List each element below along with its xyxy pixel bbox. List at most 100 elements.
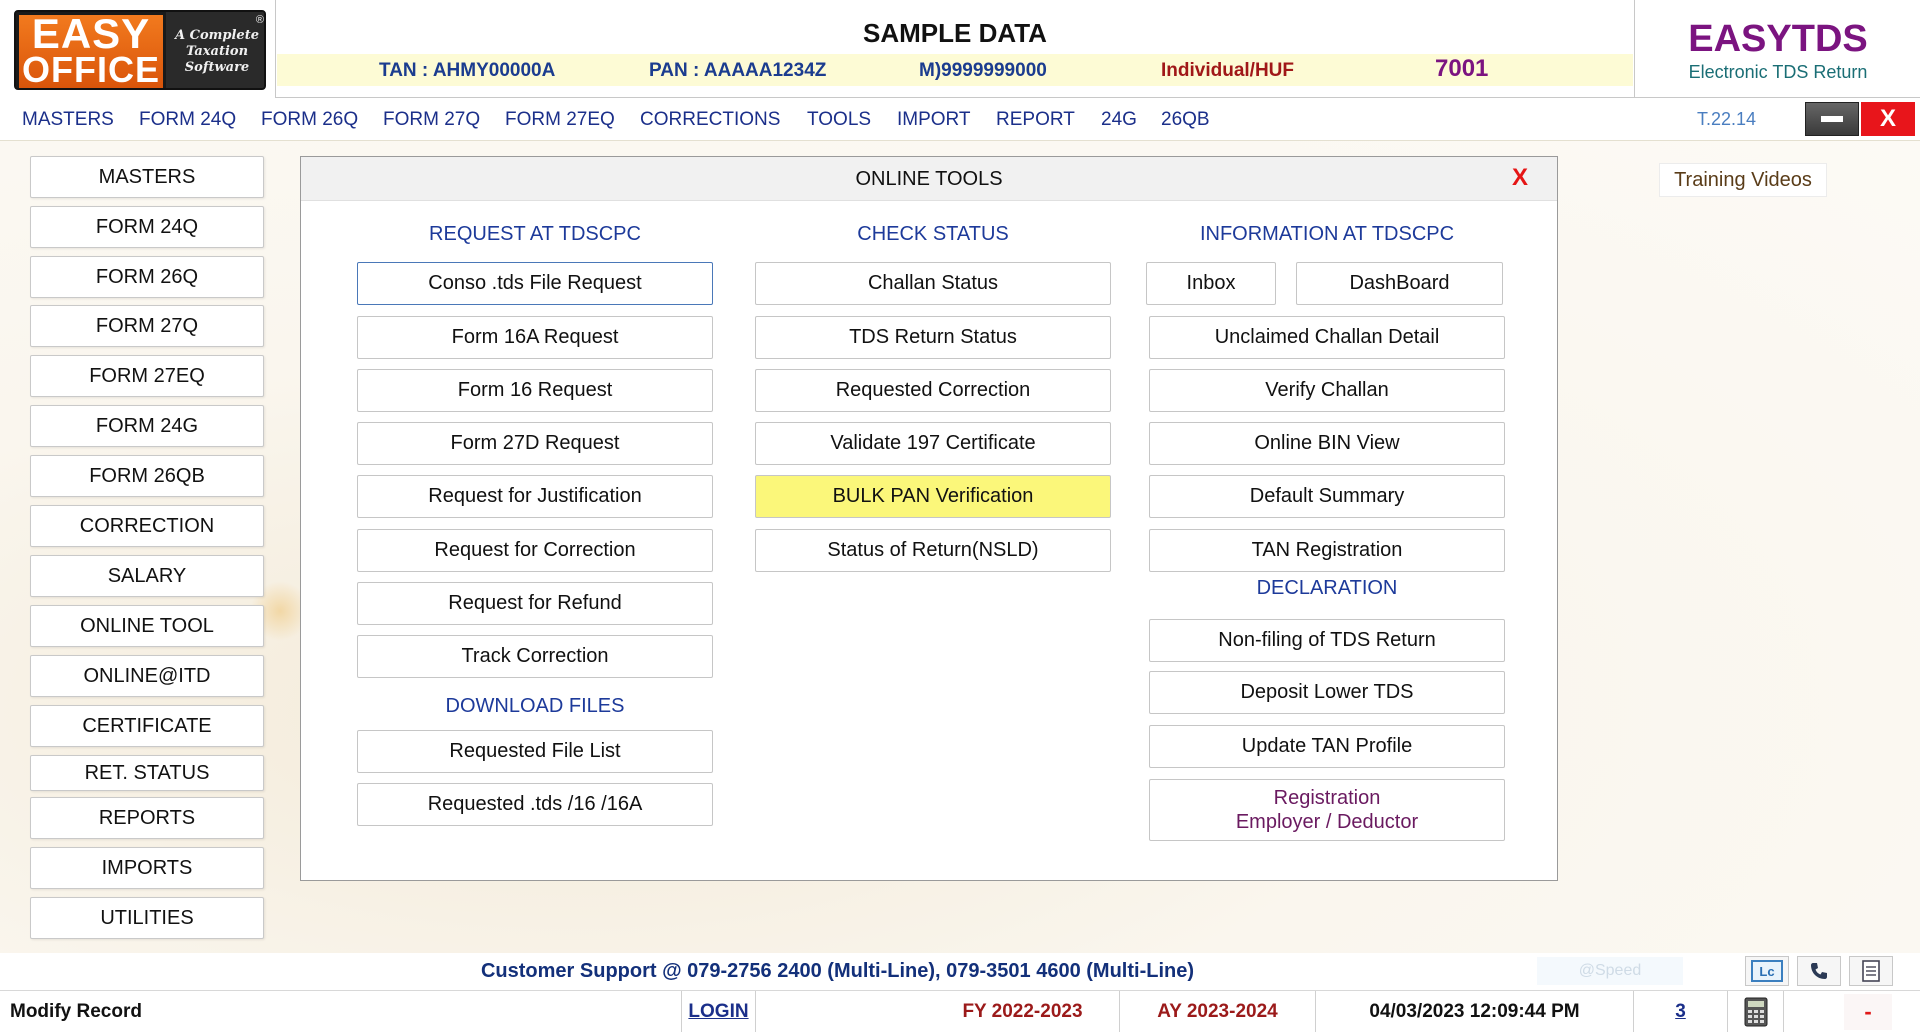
validate-197-certificate-button[interactable]: Validate 197 Certificate	[755, 422, 1111, 465]
registration-line1: Registration	[1273, 787, 1381, 809]
mobile-label: M)9999999000	[919, 60, 1047, 81]
sidebar-certificate[interactable]: CERTIFICATE	[30, 705, 264, 747]
version-label: T.22.14	[1697, 109, 1757, 129]
lc-chat-icon[interactable]: Lc	[1745, 956, 1789, 986]
sidebar-reports[interactable]: REPORTS	[30, 797, 264, 839]
form-16-request-button[interactable]: Form 16 Request	[357, 369, 713, 412]
verify-challan-button[interactable]: Verify Challan	[1149, 369, 1505, 412]
logo-tagline-3: Software	[184, 60, 250, 75]
menu-form-24q[interactable]: FORM 24Q	[139, 109, 236, 131]
logo-box: EASY OFFICE ® A Complete Taxation Softwa…	[0, 0, 276, 98]
form-27d-request-button[interactable]: Form 27D Request	[357, 422, 713, 465]
requested-file-list-button[interactable]: Requested File List	[357, 730, 713, 773]
logo-wordmark: EASY OFFICE	[16, 10, 166, 88]
track-correction-button[interactable]: Track Correction	[357, 635, 713, 678]
menu-tools[interactable]: TOOLS	[807, 109, 871, 131]
default-summary-button[interactable]: Default Summary	[1149, 475, 1505, 518]
count-link[interactable]: 3	[1634, 991, 1728, 1032]
notes-icon[interactable]	[1849, 956, 1893, 986]
dialog-close-button[interactable]: X	[1505, 163, 1535, 193]
request-correction-button[interactable]: Request for Correction	[357, 529, 713, 572]
bulk-pan-verification-button[interactable]: BULK PAN Verification	[755, 475, 1111, 518]
minimize-icon	[1821, 116, 1843, 122]
section-check-status: CHECK STATUS	[857, 223, 1009, 245]
login-link[interactable]: LOGIN	[682, 991, 756, 1032]
online-bin-view-button[interactable]: Online BIN View	[1149, 422, 1505, 465]
registered-mark: ®	[255, 14, 264, 26]
sidebar-online-tool[interactable]: ONLINE TOOL	[30, 605, 264, 647]
section-declaration: DECLARATION	[1256, 577, 1398, 599]
menu-form-26q[interactable]: FORM 26Q	[261, 109, 358, 131]
requested-correction-button[interactable]: Requested Correction	[755, 369, 1111, 412]
request-refund-button[interactable]: Request for Refund	[357, 582, 713, 625]
tan-label: TAN : AHMY00000A	[379, 60, 556, 81]
sidebar-salary[interactable]: SALARY	[30, 555, 264, 597]
ay-label: AY 2023-2024	[1120, 991, 1316, 1032]
status-spacer	[756, 991, 926, 1032]
tds-return-status-button[interactable]: TDS Return Status	[755, 316, 1111, 359]
tan-registration-button[interactable]: TAN Registration	[1149, 529, 1505, 572]
requested-tds-16-16a-button[interactable]: Requested .tds /16 /16A	[357, 783, 713, 826]
sidebar-form-24g[interactable]: FORM 24G	[30, 405, 264, 447]
deductor-info-bar: TAN : AHMY00000A PAN : AAAAA1234Z M)9999…	[277, 54, 1633, 86]
section-download-files: DOWNLOAD FILES	[445, 695, 625, 717]
deductor-info: SAMPLE DATA TAN : AHMY00000A PAN : AAAAA…	[277, 0, 1633, 98]
registration-employer-deductor-button[interactable]: Registration Employer / Deductor	[1149, 779, 1505, 841]
registration-line2: Employer / Deductor	[1235, 811, 1419, 833]
close-app-button[interactable]: X	[1861, 102, 1915, 136]
logo-tagline: ® A Complete Taxation Software	[166, 12, 264, 88]
calculator-icon	[1744, 997, 1767, 1027]
training-videos-button[interactable]: Training Videos	[1659, 163, 1827, 197]
category-label: Individual/HUF	[1161, 60, 1294, 81]
minimize-button[interactable]	[1805, 102, 1859, 136]
menu-report[interactable]: REPORT	[996, 109, 1075, 131]
sidebar-utilities[interactable]: UTILITIES	[30, 897, 264, 939]
datetime-label: 04/03/2023 12:09:44 PM	[1316, 991, 1634, 1032]
deposit-lower-tds-button[interactable]: Deposit Lower TDS	[1149, 671, 1505, 714]
challan-status-button[interactable]: Challan Status	[755, 262, 1111, 305]
app-header: EASY OFFICE ® A Complete Taxation Softwa…	[0, 0, 1920, 98]
status-of-return-nsld-button[interactable]: Status of Return(NSLD)	[755, 529, 1111, 572]
sidebar-form-24q[interactable]: FORM 24Q	[30, 206, 264, 248]
sidebar-imports[interactable]: IMPORTS	[30, 847, 264, 889]
menu-24g[interactable]: 24G	[1101, 109, 1137, 131]
menu-form-27eq[interactable]: FORM 27EQ	[505, 109, 615, 131]
status-indicator: -	[1844, 994, 1892, 1030]
sidebar-correction[interactable]: CORRECTION	[30, 505, 264, 547]
product-badge: EASYTDS Electronic TDS Return	[1634, 0, 1920, 98]
menu-import[interactable]: IMPORT	[897, 109, 971, 131]
dialog-title: ONLINE TOOLS	[855, 168, 1003, 190]
menu-26qb[interactable]: 26QB	[1161, 109, 1210, 131]
form-16a-request-button[interactable]: Form 16A Request	[357, 316, 713, 359]
menu-corrections[interactable]: CORRECTIONS	[640, 109, 780, 131]
update-tan-profile-button[interactable]: Update TAN Profile	[1149, 725, 1505, 768]
unclaimed-challan-detail-button[interactable]: Unclaimed Challan Detail	[1149, 316, 1505, 359]
svg-text:Lc: Lc	[1759, 964, 1774, 979]
sidebar-online-itd[interactable]: ONLINE@ITD	[30, 655, 264, 697]
sidebar-masters[interactable]: MASTERS	[30, 156, 264, 198]
status-mode: Modify Record	[0, 991, 682, 1032]
pan-label: PAN : AAAAA1234Z	[649, 60, 827, 81]
dashboard-button[interactable]: DashBoard	[1296, 262, 1503, 305]
non-filing-tds-return-button[interactable]: Non-filing of TDS Return	[1149, 619, 1505, 662]
sidebar-form-27eq[interactable]: FORM 27EQ	[30, 355, 264, 397]
inbox-button[interactable]: Inbox	[1146, 262, 1276, 305]
sidebar-ret-status[interactable]: RET. STATUS	[30, 755, 264, 791]
sidebar-form-26qb[interactable]: FORM 26QB	[30, 455, 264, 497]
phone-icon[interactable]	[1797, 956, 1841, 986]
menu-masters[interactable]: MASTERS	[22, 109, 114, 131]
menu-form-27q[interactable]: FORM 27Q	[383, 109, 480, 131]
easy-office-logo: EASY OFFICE ® A Complete Taxation Softwa…	[14, 10, 266, 90]
conso-tds-file-request-button[interactable]: Conso .tds File Request	[357, 262, 713, 305]
sidebar-form-26q[interactable]: FORM 26Q	[30, 256, 264, 298]
sidebar-form-27q[interactable]: FORM 27Q	[30, 305, 264, 347]
menubar: MASTERS FORM 24Q FORM 26Q FORM 27Q FORM …	[0, 99, 1920, 141]
company-title: SAMPLE DATA	[863, 18, 1047, 48]
logo-line1: EASY	[31, 10, 151, 57]
calculator-button[interactable]	[1728, 991, 1784, 1032]
main-area: MASTERS FORM 24Q FORM 26Q FORM 27Q FORM …	[0, 141, 1920, 953]
request-justification-button[interactable]: Request for Justification	[357, 475, 713, 518]
section-information-at-tdscpc: INFORMATION AT TDSCPC	[1199, 223, 1455, 245]
fy-label: FY 2022-2023	[926, 991, 1120, 1032]
status-bar: Modify Record LOGIN FY 2022-2023 AY 2023…	[0, 990, 1920, 1032]
